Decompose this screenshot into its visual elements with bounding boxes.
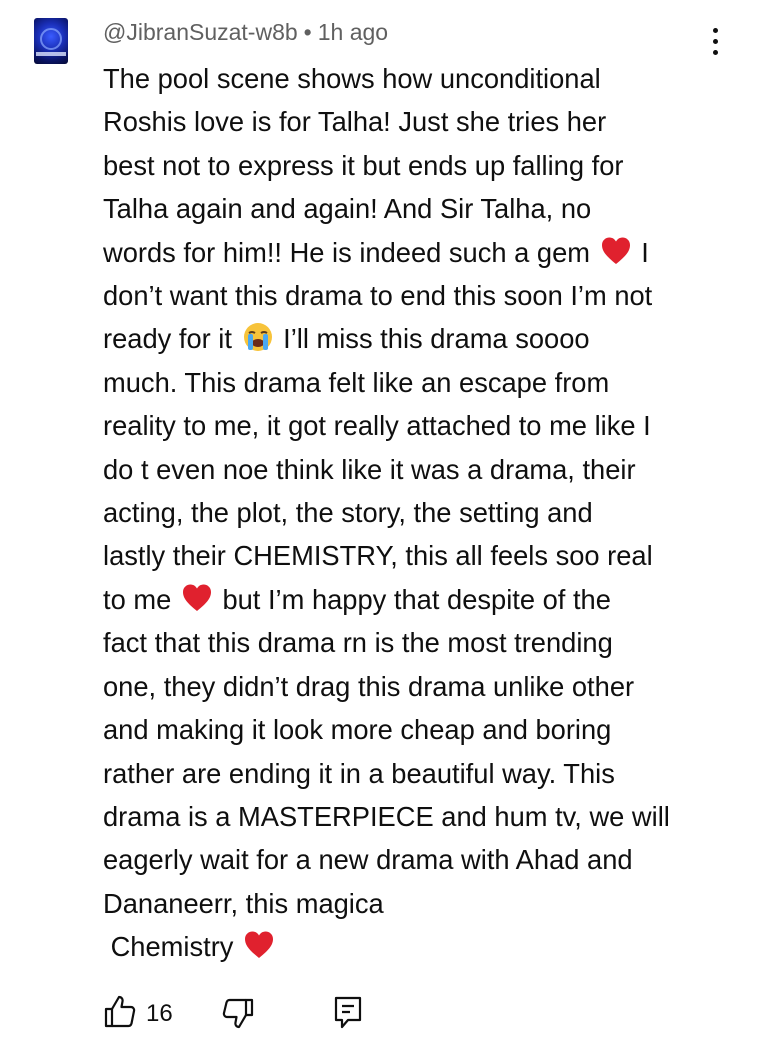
author-name[interactable]: @JibranSuzat-w8b	[103, 19, 298, 45]
thumb-down-icon[interactable]	[220, 996, 256, 1032]
red-heart-icon	[601, 237, 630, 264]
comment-text-part-1: The pool scene shows how unconditional R…	[103, 63, 624, 268]
thumb-up-icon[interactable]	[102, 994, 138, 1030]
reply-comment-icon[interactable]	[330, 994, 366, 1030]
avatar-ring-decoration	[40, 28, 62, 50]
loudly-crying-face-icon	[243, 323, 272, 352]
comment-header: @JibranSuzat-w8b • 1h ago	[103, 19, 388, 46]
comment-text-part-3: I’ll miss this drama soooo much. This dr…	[103, 323, 653, 615]
red-heart-icon	[182, 584, 211, 611]
avatar[interactable]	[34, 18, 68, 64]
red-heart-icon	[245, 931, 274, 959]
comment-time: 1h ago	[317, 19, 389, 45]
comment-body: The pool scene shows how unconditional R…	[103, 57, 728, 969]
comment-text-part-4: but I’m happy that despite of the fact t…	[103, 583, 670, 963]
avatar-band-decoration	[36, 52, 66, 56]
more-vert-icon[interactable]	[708, 26, 724, 58]
meta-separator: •	[303, 19, 312, 45]
like-count: 16	[146, 1000, 173, 1027]
